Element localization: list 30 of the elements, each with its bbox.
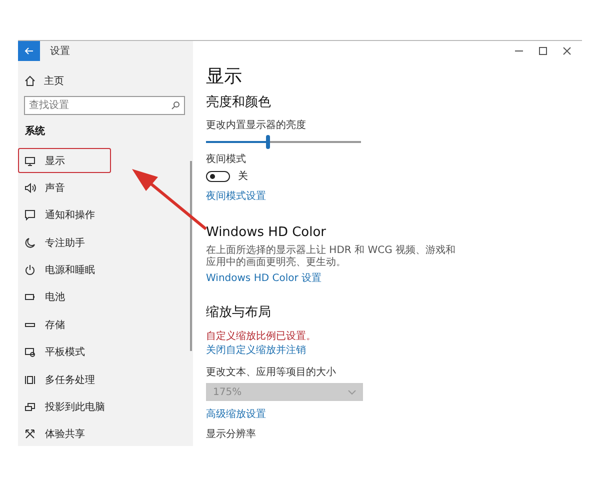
dropdown-label: 更改文本、应用等项目的大小	[206, 366, 336, 379]
slider-label: 更改内置显示器的亮度	[206, 118, 306, 132]
sidebar-item[interactable]: 平板模式	[18, 340, 111, 365]
sidebar-item[interactable]: 通知和操作	[18, 202, 111, 228]
settings-link[interactable]: 高级缩放设置	[206, 407, 266, 421]
sidebar-item[interactable]: 电源和睡眠	[18, 258, 111, 283]
section-heading: Windows HD Color	[206, 225, 326, 240]
toggle-state: 关	[238, 170, 248, 183]
sidebar-item[interactable]: 体验共享	[18, 422, 111, 447]
sidebar-item[interactable]: 专注助手	[18, 230, 111, 256]
home-link[interactable]: 主页	[44, 74, 64, 88]
section-heading: 亮度和颜色	[206, 94, 271, 111]
toggle-label: 夜间模式	[206, 152, 246, 166]
search-field[interactable]: 查找设置	[24, 96, 185, 115]
sign-out-link[interactable]: 关闭自定义缩放并注销	[206, 343, 306, 357]
settings-link[interactable]: Windows HD Color 设置	[206, 271, 322, 285]
sidebar-item[interactable]: 投影到此电脑	[18, 394, 111, 420]
sidebar-item[interactable]: 电池	[18, 284, 111, 310]
sidebar-item[interactable]: 存储	[18, 312, 111, 338]
section-heading: 缩放与布局	[206, 304, 271, 321]
warning-text: 自定义缩放比例已设置。	[206, 330, 316, 343]
sidebar-item[interactable]: 多任务处理	[18, 367, 111, 392]
description-text: 在上面所选择的显示器上让 HDR 和 WCG 视频、游戏和应用中的画面更明亮、更生动。	[206, 245, 456, 269]
section-title: 系统	[25, 124, 46, 138]
window-title: 设置	[50, 44, 70, 58]
settings-link[interactable]: 夜间模式设置	[206, 189, 266, 203]
sidebar-item[interactable]: 显示	[18, 148, 111, 173]
field-label: 显示分辨率	[206, 428, 256, 441]
page-title: 显示	[206, 65, 242, 88]
sidebar-item[interactable]: 声音	[18, 175, 111, 200]
